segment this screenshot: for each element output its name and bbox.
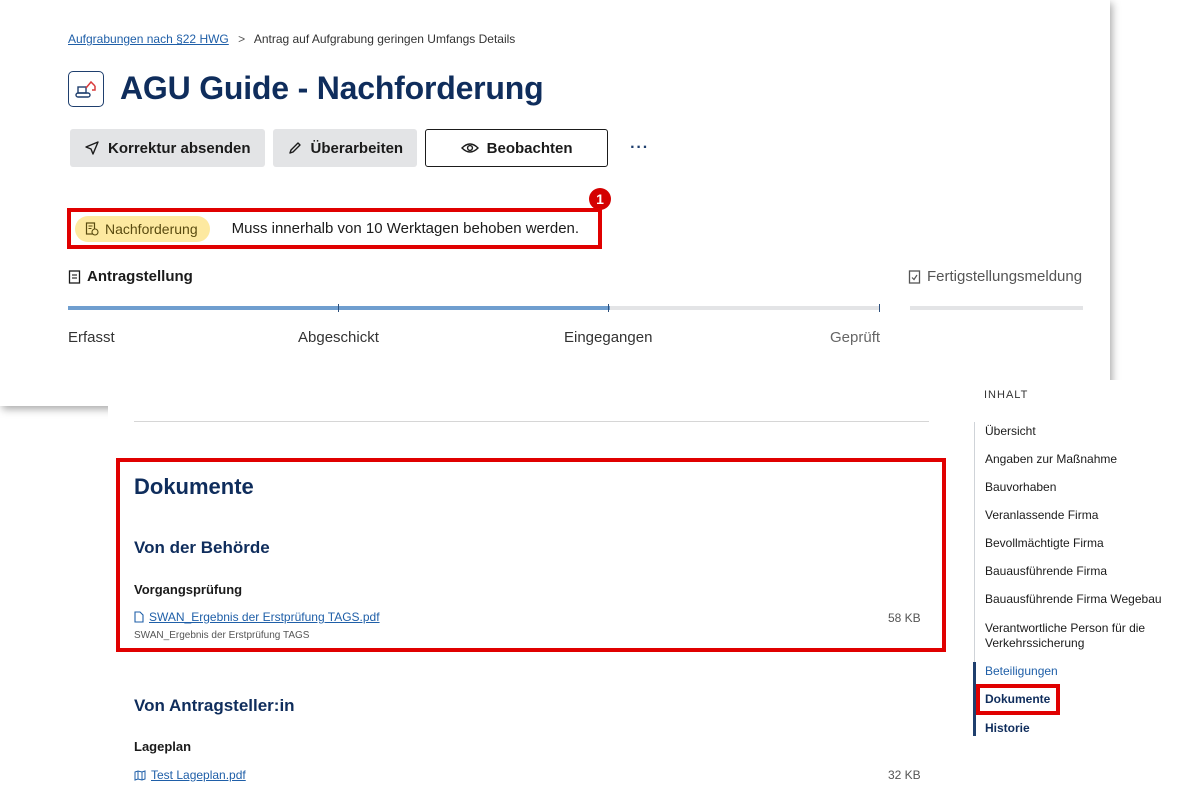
eye-icon — [460, 143, 479, 153]
toc-item-traffic-safety[interactable]: Verantwortliche Person für die Verkehrss… — [985, 621, 1165, 651]
toc-item-initiating-company[interactable]: Veranlassende Firma — [985, 508, 1098, 523]
toc-item-participations[interactable]: Beteiligungen — [985, 664, 1058, 679]
documents-title: Dokumente — [134, 474, 254, 499]
pencil-icon — [288, 142, 301, 154]
toc-item-road-company[interactable]: Bauausführende Firma Wegebau — [985, 592, 1162, 607]
toc-item-overview[interactable]: Übersicht — [985, 424, 1036, 439]
authority-file-name: SWAN_Ergebnis der Erstprüfung TAGS.pdf — [149, 610, 380, 624]
document-clock-icon — [85, 221, 99, 236]
toc-documents-highlight — [976, 684, 1060, 715]
send-icon — [85, 141, 99, 155]
document-icon — [68, 269, 81, 284]
page-title: AGU Guide - Nachforderung — [120, 70, 544, 106]
send-correction-button[interactable]: Korrektur absenden — [70, 129, 265, 167]
toc-item-history[interactable]: Historie — [985, 721, 1030, 736]
applicant-file-name: Test Lageplan.pdf — [151, 768, 246, 782]
toc-item-construction[interactable]: Bauvorhaben — [985, 480, 1056, 495]
step-label-checked: Geprüft — [830, 329, 881, 346]
status-badge: Nachforderung — [75, 215, 210, 242]
toc-item-executing-company[interactable]: Bauausführende Firma — [985, 564, 1107, 579]
authority-heading: Von der Behörde — [134, 538, 270, 557]
applicant-file-link[interactable]: Test Lageplan.pdf — [134, 768, 246, 782]
applicant-group: Lageplan — [134, 739, 192, 754]
progress-track — [68, 304, 880, 312]
file-icon — [134, 611, 144, 623]
breadcrumb-current: Antrag auf Aufgrabung geringen Umfangs D… — [253, 32, 516, 46]
watch-button[interactable]: Beobachten — [425, 129, 609, 167]
toc-item-authorized-company[interactable]: Bevollmächtigte Firma — [985, 536, 1104, 551]
progress-section-text: Antragstellung — [87, 268, 193, 285]
step-label-captured: Erfasst — [68, 329, 115, 346]
step-label-sent: Abgeschickt — [298, 329, 379, 346]
status-message: Muss innerhalb von 10 Werktagen behoben … — [231, 220, 580, 237]
map-icon — [134, 769, 146, 781]
watch-label: Beobachten — [486, 139, 573, 157]
action-bar: Korrektur absenden Überarbeiten Beobacht… — [70, 129, 649, 167]
step-label-received: Eingegangen — [564, 329, 653, 346]
status-highlight: Nachforderung Muss innerhalb von 10 Werk… — [67, 208, 602, 249]
document-check-icon — [908, 269, 921, 284]
final-step-label: Fertigstellungsmeldung — [908, 268, 1082, 285]
callout-number-badge: 1 — [589, 188, 611, 210]
applicant-heading: Von Antragsteller:in — [134, 696, 295, 715]
authority-group: Vorgangsprüfung — [134, 582, 243, 597]
progress-divider — [879, 304, 880, 312]
title-row: AGU Guide - Nachforderung — [68, 70, 544, 107]
toc-item-measure[interactable]: Angaben zur Maßnahme — [985, 452, 1117, 467]
more-options-icon[interactable]: ··· — [630, 139, 649, 157]
revise-button[interactable]: Überarbeiten — [272, 129, 418, 167]
authority-file-description: SWAN_Ergebnis der Erstprüfung TAGS — [134, 630, 310, 641]
status-badge-label: Nachforderung — [105, 220, 198, 237]
authority-file-link[interactable]: SWAN_Ergebnis der Erstprüfung TAGS.pdf — [134, 610, 380, 624]
applicant-file-size: 32 KB — [888, 768, 921, 782]
excavator-icon — [68, 70, 104, 107]
breadcrumb-separator: > — [238, 32, 246, 46]
progress-section-label: Antragstellung — [68, 268, 193, 285]
authority-file-size: 58 KB — [888, 611, 921, 625]
final-progress-track — [910, 306, 1083, 310]
final-step-text: Fertigstellungsmeldung — [927, 268, 1083, 285]
section-divider — [134, 421, 929, 422]
progress-divider — [608, 304, 609, 312]
breadcrumb: Aufgrabungen nach §22 HWG > Antrag auf A… — [68, 32, 515, 46]
send-correction-label: Korrektur absenden — [108, 139, 251, 157]
progress-divider — [338, 304, 339, 312]
revise-label: Überarbeiten — [310, 139, 404, 157]
breadcrumb-link[interactable]: Aufgrabungen nach §22 HWG — [68, 32, 229, 46]
detail-header-card: Aufgrabungen nach §22 HWG > Antrag auf A… — [0, 0, 1110, 406]
toc-title: INHALT — [984, 389, 1029, 401]
